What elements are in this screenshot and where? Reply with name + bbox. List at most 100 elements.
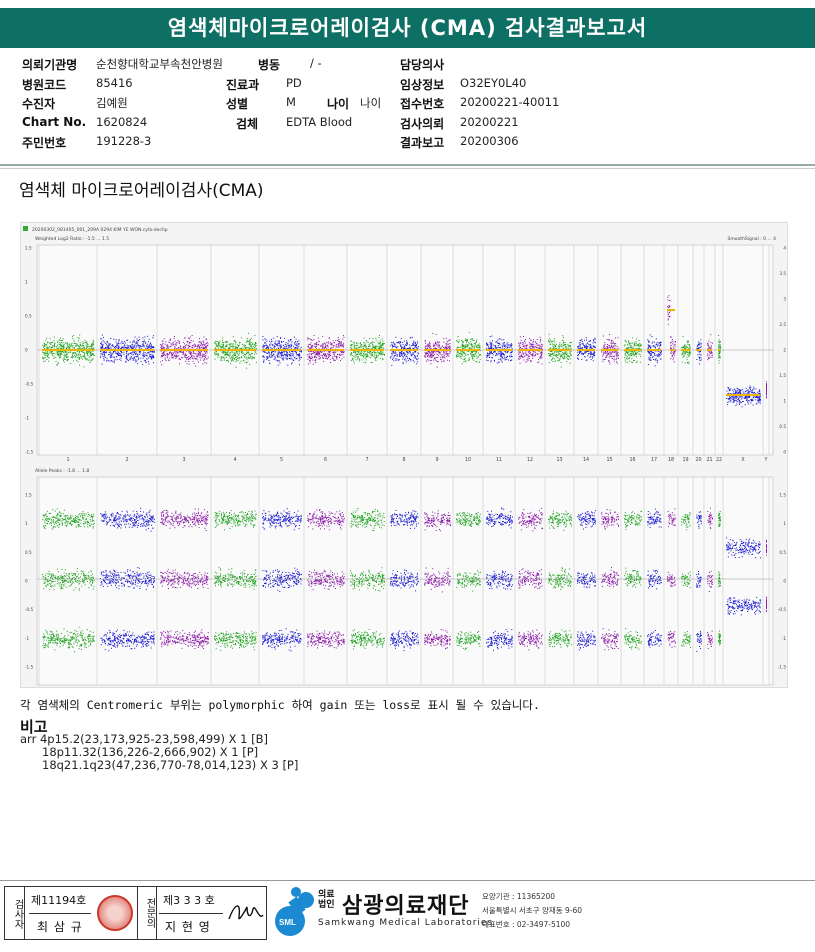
chromosome-label: 9: [435, 457, 438, 463]
sex-label: 성별: [226, 97, 249, 111]
specialist-name: 지 현 영: [165, 920, 211, 934]
department-label: 진료과: [226, 78, 260, 92]
y-tick-label: -1.5: [778, 665, 787, 670]
plot-file-name: 20200302_081405_001_209A 0294 KIM YE WON…: [32, 227, 168, 233]
specimen-value: EDTA Blood: [286, 115, 353, 129]
y-tick-label: 0.5: [25, 314, 32, 319]
org-type: 의료법인: [318, 890, 335, 910]
y-tick-label: 0: [25, 348, 28, 353]
remark-line: 18q21.1q23(47,236,770-78,014,123) X 3 [P…: [42, 758, 299, 772]
specialist-license: 제3 3 3 호: [163, 894, 215, 907]
y-tick-label: -1: [25, 416, 30, 421]
name-value: 김예원: [96, 96, 128, 110]
chromosome-label: X: [741, 457, 745, 463]
y-tick-label: -0.5: [25, 382, 34, 387]
institution-label: 의뢰기관명: [22, 58, 78, 72]
resident-no-label: 주민번호: [22, 136, 67, 150]
panel2-frame: [36, 476, 774, 686]
chromosome-label: 16: [629, 457, 635, 463]
y-tick-label: 2.5: [779, 322, 786, 327]
panel2-title: Allele Peaks : -1.8 ... 1.8: [35, 468, 89, 474]
divider: [0, 168, 815, 169]
cma-plot: 20200302_081405_001_209A 0294 KIM YE WON…: [20, 222, 788, 688]
y-tick-label: 4: [783, 246, 786, 251]
reception-no-label: 접수번호: [400, 97, 445, 111]
chart-no-label: Chart No.: [22, 115, 87, 129]
y-tick-label: 1: [25, 280, 28, 285]
request-date-value: 20200221: [460, 115, 519, 129]
logo-text: SML: [279, 918, 296, 927]
chromosome-label: 10: [465, 457, 471, 463]
chromosome-label: 13: [556, 457, 562, 463]
specimen-label: 검체: [236, 117, 259, 131]
org-address: 서울특별시 서초구 양재동 9-60: [482, 906, 583, 915]
y-tick-label: 1: [25, 521, 28, 526]
y-tick-label: 0: [783, 450, 786, 455]
y-tick-label: 2: [783, 348, 786, 353]
panel1-right-title: SmoothSignal : 0 ... 4: [728, 236, 777, 242]
chromosome-label: 2: [125, 457, 128, 463]
chromosome-label: Y: [764, 457, 768, 463]
sml-logo-icon: SML: [275, 887, 314, 936]
sex-value: M: [286, 95, 296, 109]
report-date-label: 결과보고: [400, 136, 445, 150]
institution-value: 순천향대학교부속천안병원: [96, 57, 223, 71]
chromosome-label: 6: [324, 457, 327, 463]
clinical-info-label: 임상정보: [400, 78, 445, 92]
ward-value: / -: [310, 56, 322, 70]
chromosome-label: 8: [402, 457, 405, 463]
chromosome-label: 17: [651, 457, 657, 463]
reception-no-value: 20200221-40011: [460, 95, 560, 109]
chromosome-label: 18: [668, 457, 674, 463]
signature-box: 검사자 제11194호 최 삼 규 전문의 제3 3 3 호 지 현 영: [4, 886, 267, 940]
chromosome-label: 19: [682, 457, 688, 463]
report-date-value: 20200306: [460, 134, 519, 148]
age-label: 나이: [327, 97, 350, 111]
y-tick-label: 1.5: [25, 246, 32, 251]
chromosome-label: 3: [182, 457, 185, 463]
file-icon: [23, 226, 28, 231]
physician-label: 담당의사: [400, 58, 445, 72]
hospital-code-label: 병원코드: [22, 78, 67, 92]
y-tick-label: -1.5: [25, 665, 34, 670]
chromosome-label: 7: [365, 457, 368, 463]
panel1-title: Weighted Log2 Ratio : -1.5 ... 1.5: [35, 236, 109, 242]
examiner-label: 검사자: [5, 887, 25, 939]
resident-no-value: 191228-3: [96, 134, 152, 148]
org-phone: 대표번호 : 02-3497-5100: [482, 920, 571, 929]
chromosome-label: 11: [496, 457, 502, 463]
clinical-info-value: O32EY0L40: [460, 76, 527, 90]
chromosome-label: 12: [527, 457, 533, 463]
y-tick-label: 3: [783, 297, 786, 302]
org-logo: SML: [272, 884, 318, 942]
org-name: 삼광의료재단: [342, 894, 470, 919]
chromosome-label: 21: [706, 457, 712, 463]
org-license: 요양기관 : 11365200: [482, 892, 556, 901]
y-tick-label: -1: [782, 636, 787, 641]
chromosome-label: 22: [716, 457, 722, 463]
chromosome-label: 14: [583, 457, 589, 463]
ward-label: 병동: [258, 58, 281, 72]
name-label: 수진자: [22, 97, 56, 111]
examiner-license: 제11194호: [31, 894, 87, 907]
y-tick-label: 0.5: [779, 424, 786, 429]
chromosome-label: 4: [233, 457, 236, 463]
examiner-name: 최 삼 규: [37, 920, 83, 934]
chromosome-label: 20: [695, 457, 701, 463]
org-contact: 요양기관 : 11365200 서울특별시 서초구 양재동 9-60 대표번호 …: [482, 890, 582, 932]
cma-plot-svg: 20200302_081405_001_209A 0294 KIM YE WON…: [23, 226, 787, 686]
y-tick-label: -0.5: [25, 607, 34, 612]
y-tick-label: -1.5: [25, 450, 34, 455]
examiner-seal-icon: [97, 895, 133, 931]
y-tick-label: 0: [25, 579, 28, 584]
y-tick-label: 1.5: [779, 373, 786, 378]
org-english: Samkwang Medical Laboratories: [318, 918, 494, 928]
specialist-signature-icon: [228, 905, 264, 920]
y-tick-label: 0.5: [779, 550, 786, 555]
department-value: PD: [286, 76, 302, 90]
chromosome-label: 15: [606, 457, 612, 463]
specialist-label: 전문의: [137, 887, 157, 939]
y-tick-label: 1.5: [779, 493, 786, 498]
footer-divider: [0, 880, 815, 881]
age-value: 나이: [360, 96, 382, 110]
